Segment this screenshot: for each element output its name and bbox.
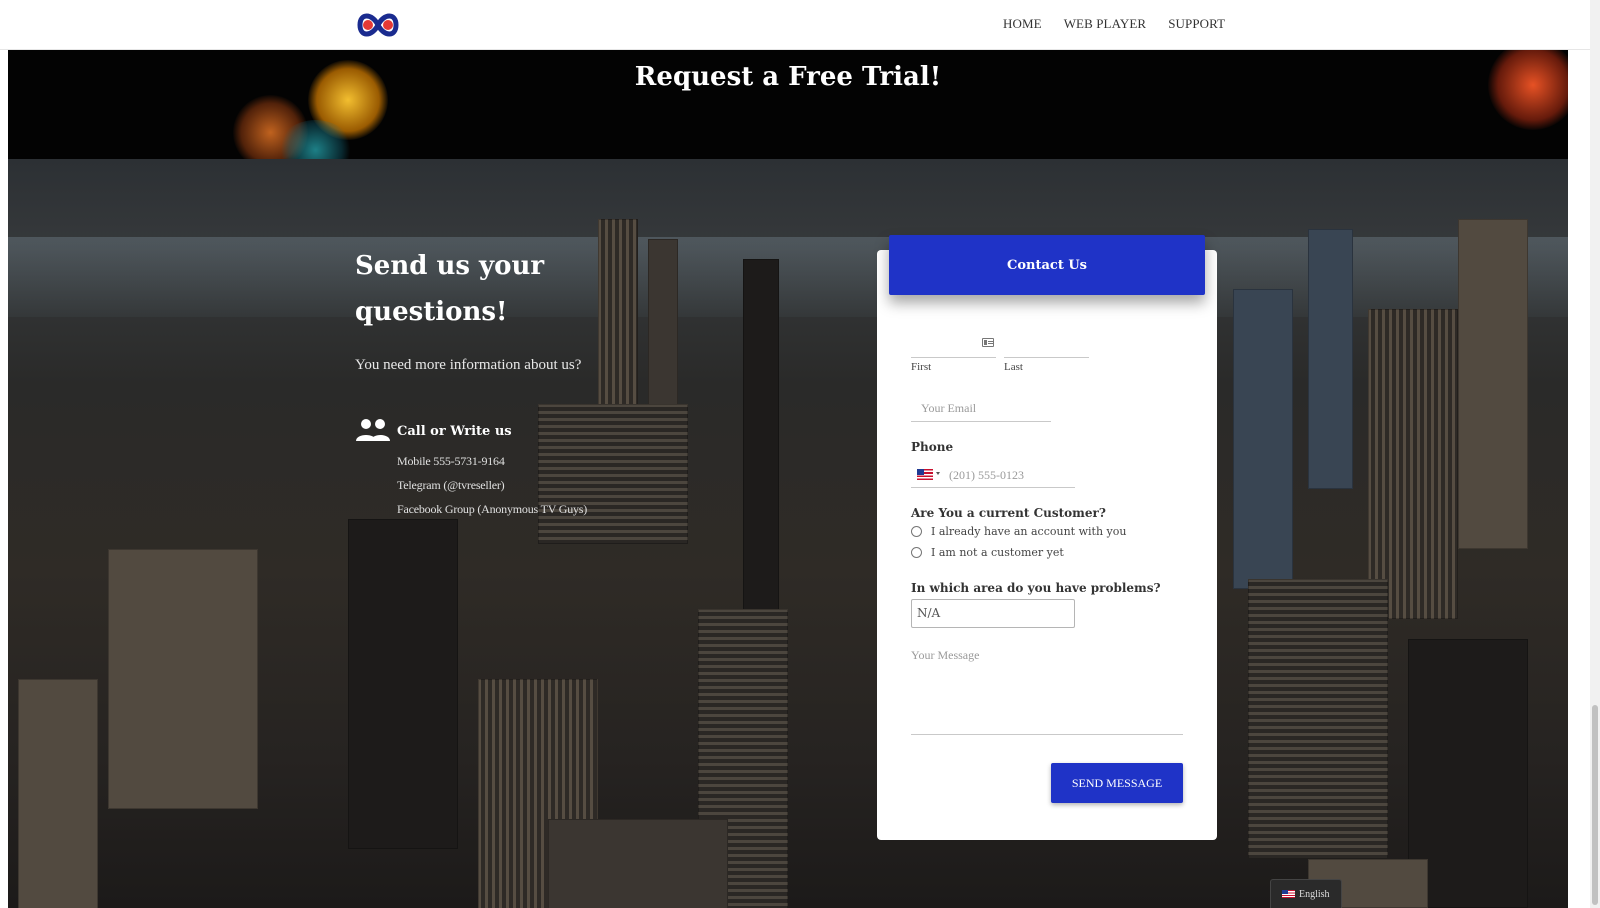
email-field[interactable] [911, 396, 1051, 422]
building [548, 819, 728, 908]
message-field[interactable] [911, 648, 1183, 735]
last-name-label: Last [1004, 361, 1023, 373]
building [1368, 309, 1458, 619]
us-flag-icon[interactable] [917, 469, 933, 480]
building [538, 404, 688, 544]
nav-support[interactable]: SUPPORT [1168, 16, 1225, 32]
phone-field [911, 462, 1075, 488]
first-name-label: First [911, 361, 932, 373]
building [1458, 219, 1528, 549]
language-label: English [1299, 888, 1330, 900]
phone-input[interactable] [949, 464, 1069, 486]
contact-mobile: Mobile 555-5731-9164 [397, 454, 505, 468]
building [1248, 579, 1388, 859]
last-name-field[interactable] [1004, 335, 1089, 358]
city-background [8, 159, 1568, 908]
building [18, 679, 98, 908]
customer-option-new[interactable]: I am not a customer yet [911, 546, 1064, 559]
send-message-button[interactable]: SEND MESSAGE [1051, 763, 1183, 803]
contact-form-header: Contact Us [889, 235, 1205, 295]
nav-web-player[interactable]: WEB PLAYER [1064, 16, 1147, 32]
info-heading: Send us your questions! [355, 251, 545, 327]
radio-new-label: I am not a customer yet [931, 546, 1064, 559]
area-question: In which area do you have problems? [911, 581, 1161, 595]
radio-existing-label: I already have an account with you [931, 525, 1127, 538]
caret-down-icon[interactable] [936, 472, 940, 475]
nav-links: HOME WEB PLAYER SUPPORT [1003, 16, 1225, 32]
building [108, 549, 258, 809]
customer-question: Are You a current Customer? [911, 506, 1106, 520]
customer-option-existing[interactable]: I already have an account with you [911, 525, 1126, 538]
radio-existing[interactable] [911, 526, 922, 537]
building [1308, 229, 1353, 489]
phone-label: Phone [911, 440, 954, 454]
contact-telegram[interactable]: Telegram (@tvreseller) [397, 478, 505, 493]
top-navigation: HOME WEB PLAYER SUPPORT [0, 0, 1590, 50]
contact-form-title: Contact Us [1007, 257, 1087, 273]
hero-banner: Request a Free Trial! [8, 50, 1568, 159]
nav-home[interactable]: HOME [1003, 16, 1042, 32]
language-switcher[interactable]: English [1270, 879, 1342, 908]
contact-title: Call or Write us [397, 424, 512, 439]
building [1233, 289, 1293, 589]
us-flag-icon [1282, 890, 1295, 898]
scrollbar-thumb[interactable] [1592, 705, 1598, 905]
info-subtitle: You need more information about us? [355, 357, 582, 373]
contact-facebook[interactable]: Facebook Group (Anonymous TV Guys) [397, 502, 587, 517]
building [348, 519, 458, 849]
radio-new[interactable] [911, 547, 922, 558]
scrollbar[interactable] [1590, 0, 1600, 908]
users-icon [355, 418, 391, 442]
logo-icon[interactable] [356, 5, 400, 45]
area-select[interactable]: N/A [911, 599, 1075, 628]
id-card-icon [982, 338, 994, 347]
hero-title: Request a Free Trial! [634, 62, 942, 92]
